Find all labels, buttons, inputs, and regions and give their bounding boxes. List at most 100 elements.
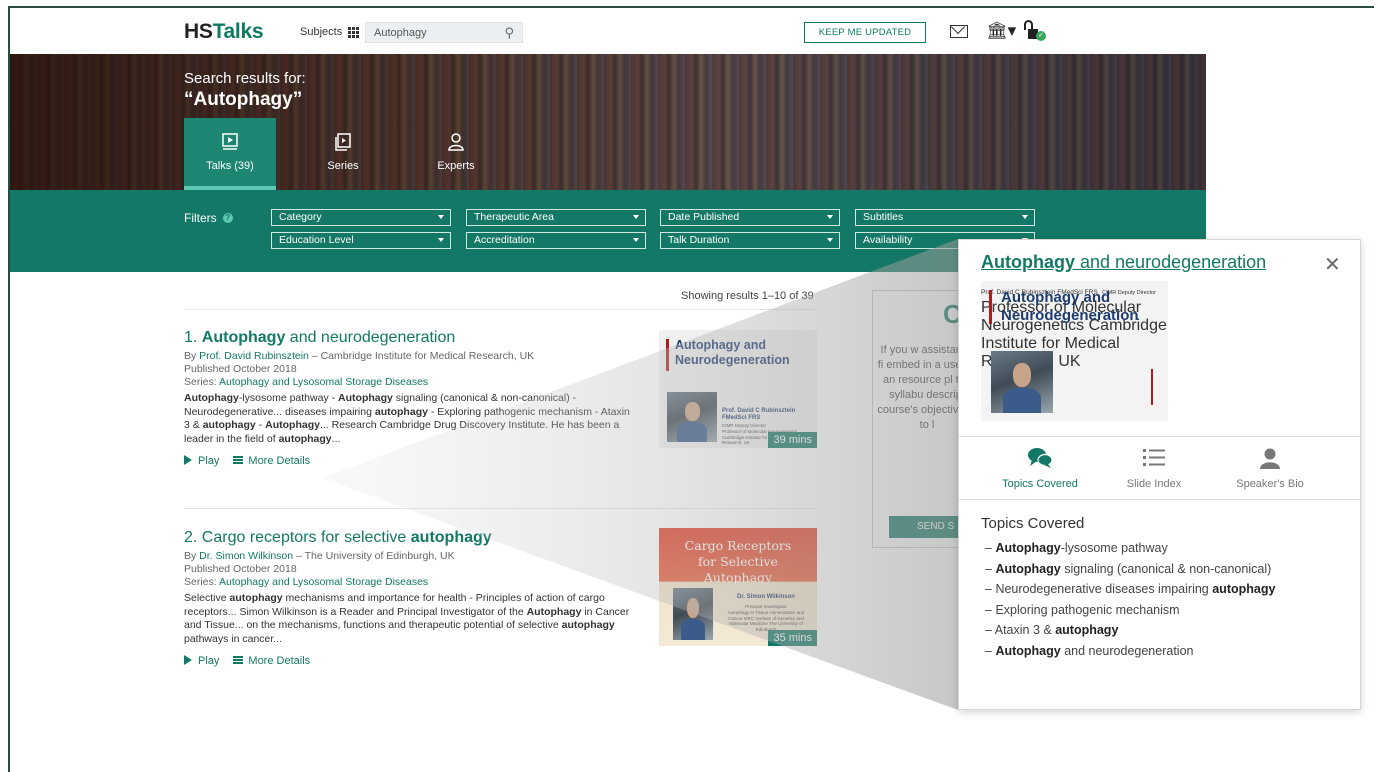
keyword-highlight: Autophagy — [526, 605, 582, 618]
speaker-photo — [673, 588, 713, 640]
popup-title-link[interactable]: Autophagy and neurodegeneration — [981, 252, 1266, 273]
popup-thumb-title: Autophagy and Neurodegeneration — [1001, 289, 1139, 324]
tab-speakers-bio[interactable]: Speaker's Bio — [1215, 447, 1325, 490]
more-details-button[interactable]: More Details — [233, 455, 310, 467]
divider — [959, 499, 1360, 500]
subjects-menu[interactable]: Subjects — [300, 26, 360, 38]
topic-item[interactable]: – Autophagy signaling (canonical & non-c… — [985, 559, 1275, 580]
filter-therapeutic-area[interactable]: Therapeutic Area — [466, 209, 646, 226]
keep-me-updated-button[interactable]: KEEP ME UPDATED — [804, 22, 926, 43]
topics-icon — [1028, 448, 1053, 468]
tab-talks[interactable]: Talks (39) — [184, 118, 276, 190]
speaker-link[interactable]: Dr. Simon Wilkinson — [199, 550, 293, 562]
filter-education-level[interactable]: Education Level — [271, 232, 451, 249]
result-thumbnail-1[interactable]: Autophagy and Neurodegeneration Prof. Da… — [659, 330, 817, 448]
result-title-bold: Autophagy — [201, 329, 286, 346]
search-results-label: Search results for: — [184, 70, 306, 87]
text-run: Exploring pathogenic mechanism — [995, 602, 1180, 617]
text-run: signaling (canonical & non-canonical) — [1060, 561, 1272, 576]
filter-category-label: Category — [279, 211, 322, 223]
play-button[interactable]: Play — [184, 655, 219, 667]
topic-item[interactable]: – Ataxin 3 & autophagy — [985, 620, 1275, 641]
text-run: Ataxin 3 & — [994, 623, 1056, 637]
results-count: Showing results 1–10 of 39 — [681, 290, 814, 302]
play-icon — [184, 655, 192, 665]
caret-down-icon — [633, 215, 639, 219]
result-published: Published October 2018 — [184, 563, 297, 575]
filter-therapeutic-area-label: Therapeutic Area — [474, 211, 554, 223]
topic-item[interactable]: – Autophagy and neurodegeneration — [985, 641, 1275, 662]
menu-icon — [233, 456, 244, 464]
result-item-2: 2. Cargo receptors for selective autopha… — [184, 529, 644, 667]
lock-icon[interactable]: ✓ — [1022, 20, 1046, 42]
play-button[interactable]: Play — [184, 455, 219, 467]
result-title-link[interactable]: 2. Cargo receptors for selective autopha… — [184, 529, 644, 547]
thumb-role: Principal Investigator — [745, 604, 787, 609]
search-query-title: “Autophagy” — [184, 89, 303, 110]
hstalks-logo[interactable]: HSTalks — [184, 20, 264, 44]
speaker-bio-icon — [1260, 448, 1280, 469]
mail-icon[interactable] — [950, 25, 968, 38]
result-thumbnail-2[interactable]: Cargo Receptors for Selective Autophagy … — [659, 528, 817, 646]
filters-label-group: Filters ? — [184, 211, 233, 225]
divider — [184, 508, 817, 509]
help-icon[interactable]: ? — [222, 213, 233, 223]
text-run: Selective — [184, 592, 230, 604]
keyword-highlight: Autophagy — [184, 392, 239, 404]
logo-hs: HS — [184, 20, 213, 43]
speaker-affiliation: – Cambridge Institute for Medical Resear… — [308, 350, 535, 362]
series-link[interactable]: Autophagy and Lysosomal Storage Diseases — [219, 376, 428, 388]
result-series: Series: Autophagy and Lysosomal Storage … — [184, 576, 644, 589]
speaker-link[interactable]: Prof. David Rubinsztein — [199, 350, 309, 362]
close-icon[interactable]: ✕ — [1324, 252, 1341, 277]
filter-category[interactable]: Category — [271, 209, 451, 226]
caret-down-icon — [1022, 215, 1028, 219]
series-link[interactable]: Autophagy and Lysosomal Storage Diseases — [219, 576, 428, 588]
institution-icon[interactable]: 🏛▾ — [986, 21, 1016, 41]
filter-subtitles[interactable]: Subtitles — [855, 209, 1035, 226]
popup-title-bold: Autophagy — [981, 252, 1075, 272]
thumb-speaker: Prof. David C Rubinsztein FMedSci FRS — [722, 408, 796, 421]
series-prefix: Series: — [184, 376, 220, 388]
filter-date-published[interactable]: Date Published — [660, 209, 840, 226]
result-title-bold: autophagy — [410, 529, 492, 546]
text-run: -lysosome pathway - — [238, 392, 339, 404]
thumb-accent-bar — [989, 290, 992, 324]
duration-badge: 35 mins — [768, 630, 817, 646]
text-run: -lysosome pathway — [1060, 541, 1168, 555]
search-icon[interactable]: ⚲ — [504, 25, 514, 41]
keyword-highlight: autophagy — [1055, 623, 1119, 637]
search-input[interactable]: Autophagy ⚲ — [365, 22, 523, 43]
tab-topics-covered[interactable]: Topics Covered — [985, 447, 1095, 490]
filter-talk-duration-label: Talk Duration — [668, 234, 730, 246]
topic-bullet: – — [985, 602, 996, 617]
filter-talk-duration[interactable]: Talk Duration — [660, 232, 840, 249]
tab-series[interactable]: Series — [297, 118, 389, 190]
result-number: 1. — [184, 329, 198, 346]
more-details-button[interactable]: More Details — [233, 655, 310, 667]
speaker-photo — [667, 392, 717, 442]
tab-slide-index[interactable]: Slide Index — [1099, 447, 1209, 490]
keyword-highlight: Autophagy — [265, 419, 320, 431]
result-description: Selective autophagy mechanisms and impor… — [184, 592, 632, 646]
filter-accreditation-label: Accreditation — [474, 234, 535, 246]
topic-item[interactable]: – Neurodegenerative diseases impairing a… — [985, 579, 1275, 600]
speaker-photo — [991, 351, 1053, 413]
topic-item[interactable]: – Exploring pathogenic mechanism — [985, 600, 1275, 621]
popup-thumbnail[interactable]: Autophagy and Neurodegeneration Prof. Da… — [981, 281, 1168, 421]
by-prefix: By — [184, 550, 200, 562]
series-icon — [335, 133, 351, 151]
topic-item[interactable]: – Autophagy-lysosome pathway — [985, 538, 1275, 559]
tab-speakers-bio-label: Speaker's Bio — [1236, 478, 1304, 490]
thumb-speaker: Dr. Simon Wilkinson — [737, 594, 795, 600]
result-title-rest: Cargo receptors for selective — [201, 529, 411, 546]
thumb-accent-bar — [1151, 369, 1153, 405]
filter-accreditation[interactable]: Accreditation — [466, 232, 646, 249]
tab-experts[interactable]: Experts — [410, 118, 502, 190]
menu-icon — [233, 656, 244, 664]
keyword-highlight: autophagy — [1212, 582, 1276, 596]
result-title-link[interactable]: 1. Autophagy and neurodegeneration — [184, 329, 644, 347]
thumb-title: Autophagy and Neurodegeneration — [675, 338, 790, 367]
more-details-label: More Details — [248, 455, 311, 467]
result-actions: Play More Details — [184, 655, 644, 667]
